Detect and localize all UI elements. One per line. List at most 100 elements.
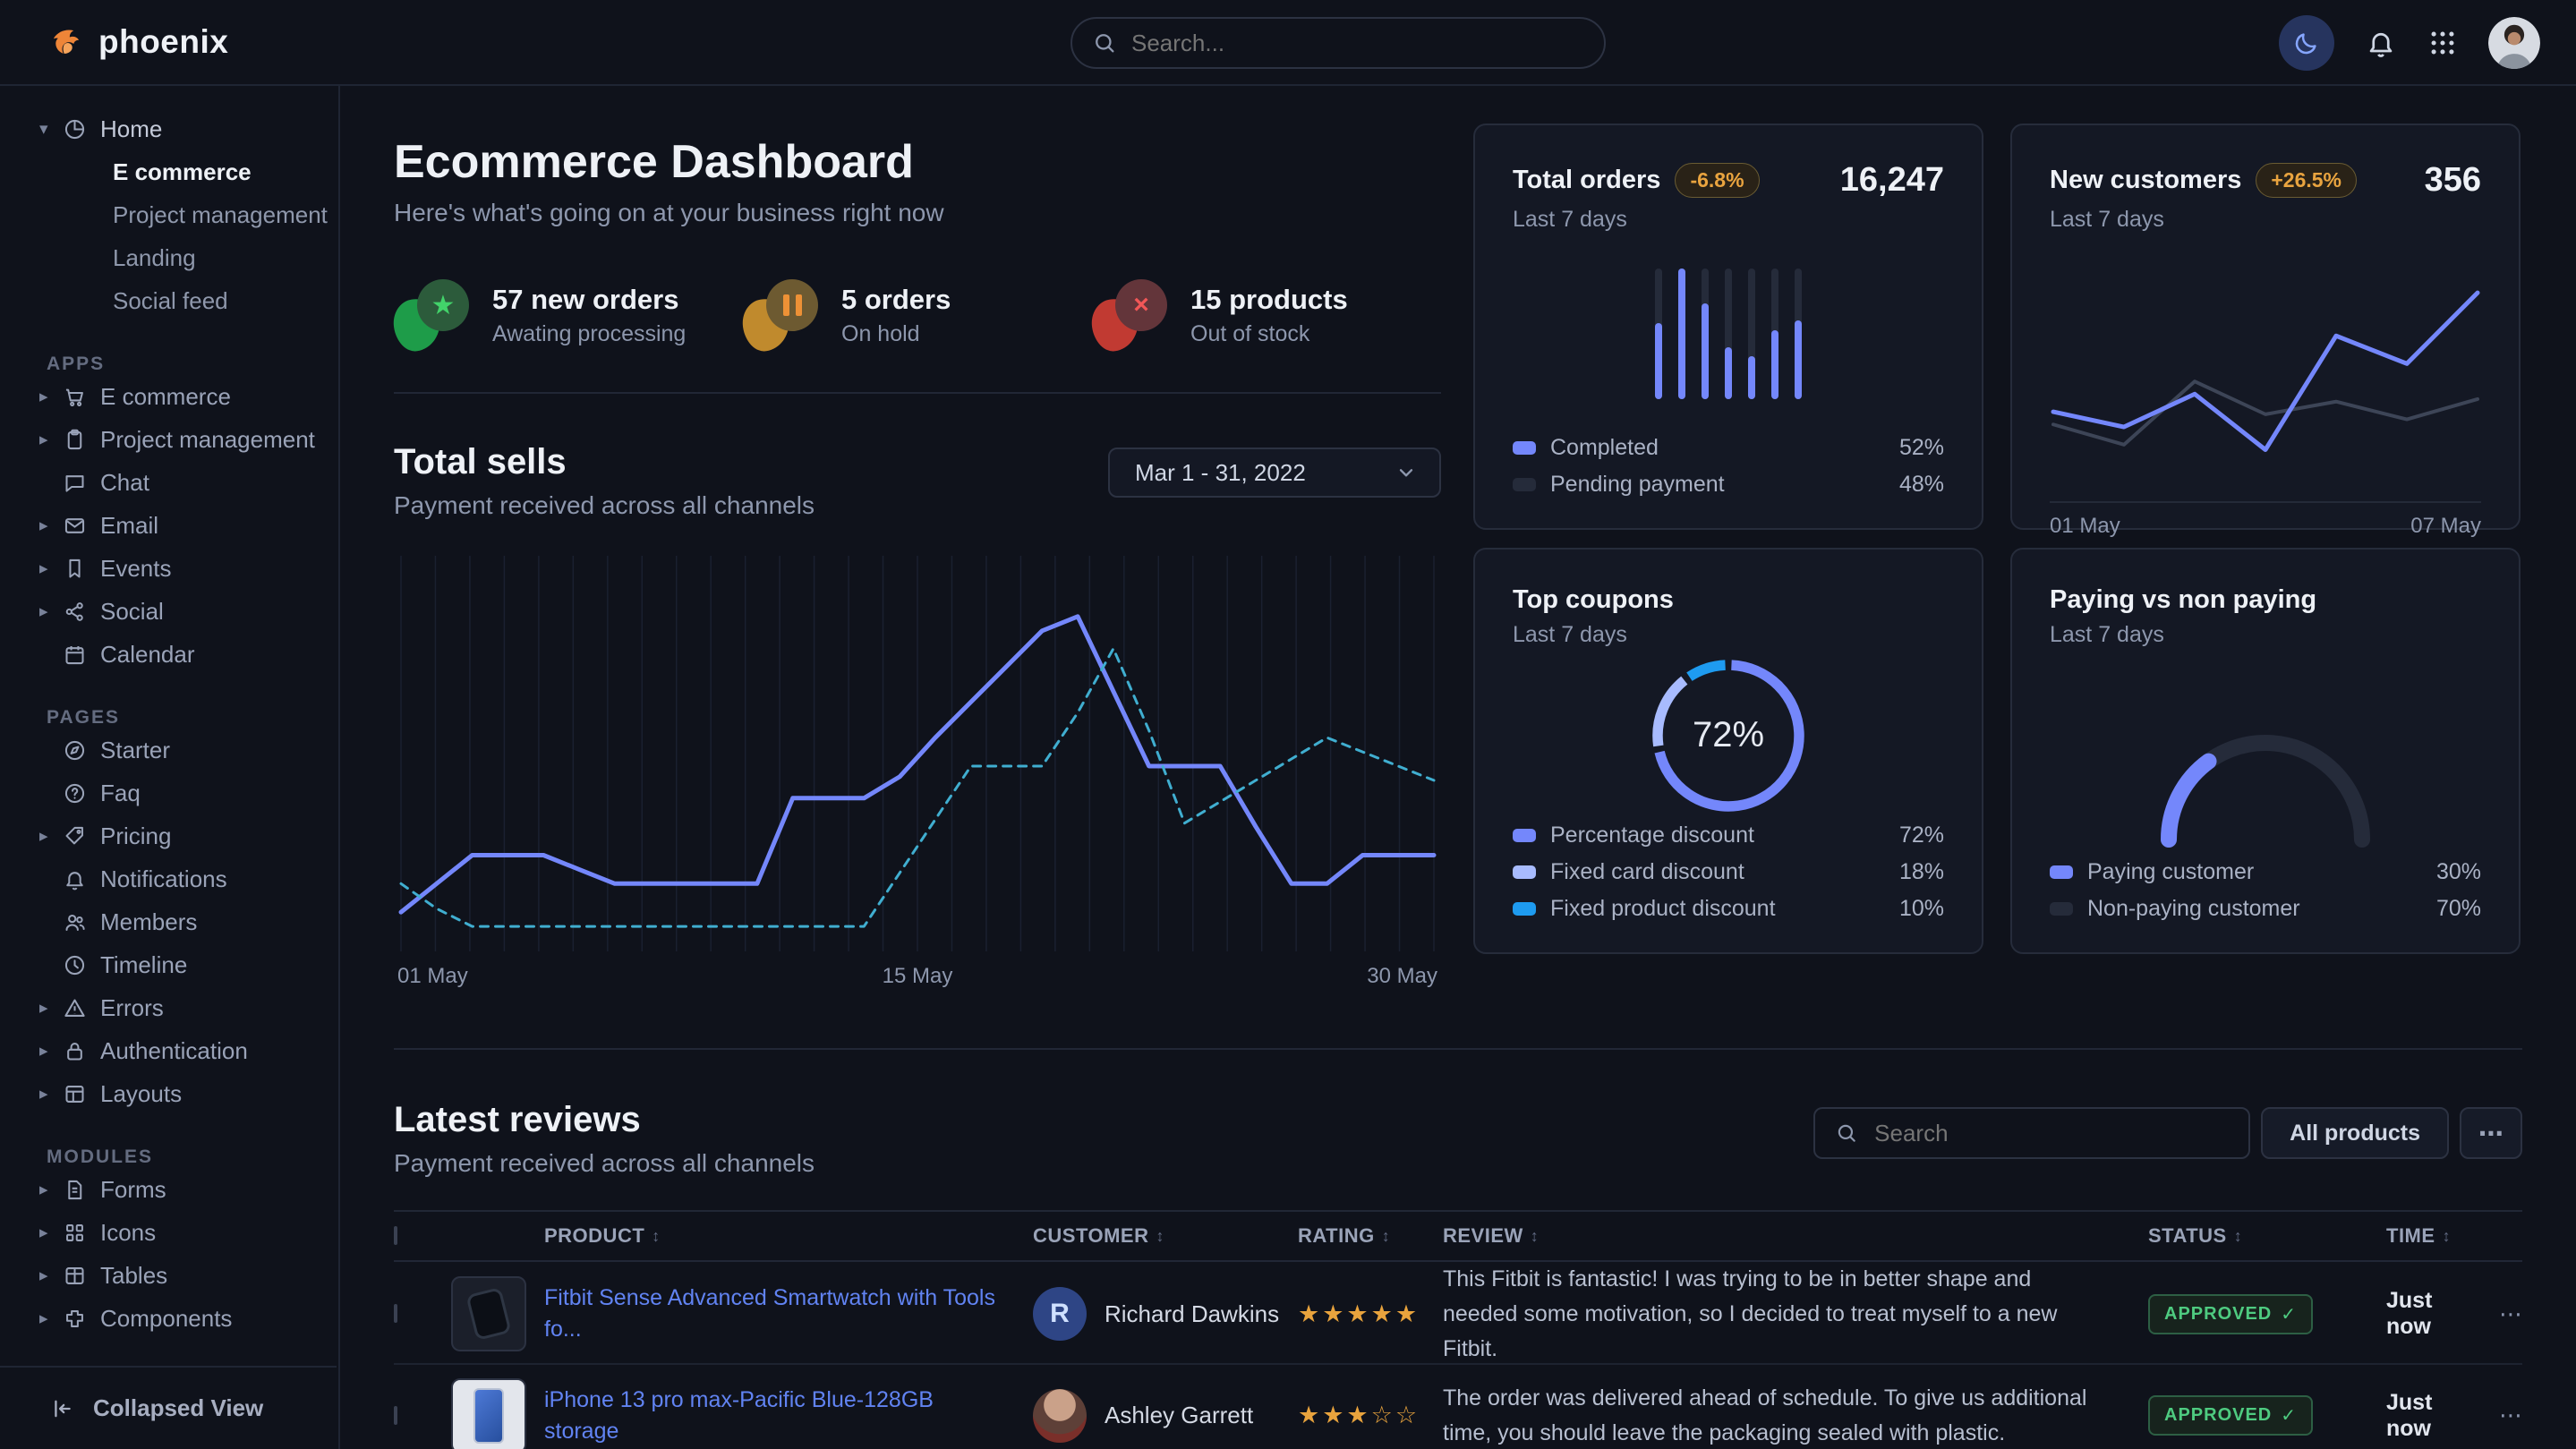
sidebar-item-social[interactable]: ▸ Social — [0, 590, 338, 633]
warning-triangle-icon — [63, 996, 100, 1020]
stats-row: ★ 57 new orders Awating processing 5 ord… — [394, 279, 1441, 351]
notifications-button[interactable] — [2365, 27, 2397, 59]
sidebar-item-calendar[interactable]: Calendar — [0, 633, 338, 676]
column-rating[interactable]: RATING↕ — [1298, 1224, 1443, 1248]
phoenix-logo-icon — [47, 22, 86, 62]
row-menu-button[interactable]: ⋯ — [2479, 1300, 2522, 1328]
moon-icon — [2293, 30, 2320, 56]
legend-paying-customer: Paying customer 30% — [2050, 859, 2481, 885]
sidebar-item-icons[interactable]: ▸ Icons — [0, 1211, 338, 1254]
sidebar-item-tables[interactable]: ▸ Tables — [0, 1254, 338, 1297]
column-product[interactable]: PRODUCT↕ — [544, 1224, 1033, 1248]
search-icon — [1835, 1121, 1858, 1145]
caret-right-icon: ▸ — [39, 998, 63, 1019]
caret-right-icon: ▸ — [39, 516, 63, 536]
sidebar-item-faq[interactable]: Faq — [0, 771, 338, 814]
brand-logo[interactable]: phoenix — [0, 22, 340, 62]
sidebar-item-authentication[interactable]: ▸ Authentication — [0, 1029, 338, 1072]
reviews-more-button[interactable]: ⋯ — [2460, 1107, 2522, 1159]
sidebar-section-pages: PAGES — [0, 695, 338, 729]
user-avatar[interactable] — [2488, 17, 2540, 69]
product-thumbnail-iphone[interactable] — [451, 1378, 526, 1449]
sidebar-item-email[interactable]: ▸ Email — [0, 504, 338, 547]
hero-left-column: Ecommerce Dashboard Here's what's going … — [394, 124, 1441, 1000]
sidebar-item-project-management[interactable]: ▸ Project management — [0, 418, 338, 461]
column-customer[interactable]: CUSTOMER↕ — [1033, 1224, 1298, 1248]
legend-fixed-card-discount: Fixed card discount 18% — [1513, 859, 1944, 885]
select-all-checkbox[interactable] — [394, 1226, 397, 1245]
global-search-input[interactable] — [1070, 17, 1606, 69]
total-sells-x-axis: 01 May 15 May 30 May — [394, 964, 1441, 1000]
sidebar-item-notifications[interactable]: Notifications — [0, 857, 338, 900]
column-status[interactable]: STATUS↕ — [2148, 1224, 2327, 1248]
sidebar-item-errors[interactable]: ▸ Errors — [0, 986, 338, 1029]
time-cell: Just now — [2327, 1288, 2479, 1340]
table-row: iPhone 13 pro max-Pacific Blue-128GB sto… — [394, 1365, 2522, 1449]
legend-pending-payment: Pending payment 48% — [1513, 472, 1944, 498]
sidebar-item-events[interactable]: ▸ Events — [0, 547, 338, 590]
sidebar-item-home-social-feed[interactable]: Social feed — [0, 279, 338, 322]
new-customers-card: New customers +26.5% 356 Last 7 days 01 … — [2010, 124, 2521, 530]
all-products-button[interactable]: All products — [2261, 1107, 2449, 1159]
sidebar-nav: ▾ Home E commerce Project management Lan… — [0, 86, 340, 1449]
sidebar-section-modules: MODULES — [0, 1135, 338, 1168]
product-thumbnail-smartwatch[interactable] — [451, 1276, 526, 1351]
sidebar-item-forms[interactable]: ▸ Forms — [0, 1168, 338, 1211]
caret-right-icon: ▸ — [39, 1223, 63, 1243]
apps-menu-button[interactable] — [2427, 28, 2458, 58]
sidebar-item-pricing[interactable]: ▸ Pricing — [0, 814, 338, 857]
row-checkbox[interactable] — [394, 1304, 397, 1323]
grid-icon — [63, 1221, 100, 1245]
total-sells-plot — [394, 556, 1441, 951]
sidebar-item-chat[interactable]: Chat — [0, 461, 338, 504]
legend-percentage-discount: Percentage discount 72% — [1513, 823, 1944, 848]
review-text: The order was delivered ahead of schedul… — [1443, 1381, 2148, 1449]
sidebar-item-components[interactable]: ▸ Components — [0, 1297, 338, 1340]
puzzle-icon — [63, 1307, 100, 1331]
reviews-search-input[interactable] — [1813, 1107, 2250, 1159]
top-coupons-donut-chart: 72% — [1647, 654, 1810, 817]
sort-icon: ↕ — [1382, 1227, 1391, 1246]
chat-icon — [63, 471, 100, 495]
nine-dots-grid-icon — [2427, 28, 2458, 58]
sidebar-item-home-landing[interactable]: Landing — [0, 236, 338, 279]
sidebar-item-timeline[interactable]: Timeline — [0, 943, 338, 986]
new-customers-line-chart — [2050, 233, 2481, 501]
caret-right-icon: ▸ — [39, 1266, 63, 1286]
theme-toggle-button[interactable] — [2279, 15, 2334, 71]
legend-fixed-product-discount: Fixed product discount 10% — [1513, 896, 1944, 922]
product-link[interactable]: iPhone 13 pro max-Pacific Blue-128GB sto… — [544, 1385, 1033, 1447]
sort-icon: ↕ — [2234, 1227, 2243, 1246]
avatar-image — [2488, 17, 2540, 69]
date-range-select[interactable]: Mar 1 - 31, 2022 — [1108, 447, 1441, 498]
sort-icon: ↕ — [1531, 1227, 1540, 1246]
collapse-arrow-icon — [50, 1396, 75, 1421]
bell-icon — [63, 867, 100, 891]
sort-icon: ↕ — [2443, 1227, 2452, 1246]
table-row: Fitbit Sense Advanced Smartwatch with To… — [394, 1262, 2522, 1365]
caret-right-icon: ▸ — [39, 1041, 63, 1061]
avatar-initial: R — [1033, 1287, 1087, 1341]
sidebar-item-home-project-management[interactable]: Project management — [0, 193, 338, 236]
row-checkbox[interactable] — [394, 1406, 397, 1425]
new-customers-badge: +26.5% — [2256, 163, 2357, 198]
sidebar-item-home-ecommerce[interactable]: E commerce — [0, 150, 338, 193]
sidebar-item-home[interactable]: ▾ Home — [0, 107, 338, 150]
sidebar-item-members[interactable]: Members — [0, 900, 338, 943]
row-menu-button[interactable]: ⋯ — [2479, 1402, 2522, 1429]
column-time[interactable]: TIME↕ — [2327, 1224, 2479, 1248]
caret-right-icon: ▸ — [39, 826, 63, 847]
customer-name: Ashley Garrett — [1105, 1402, 1253, 1429]
sidebar-item-ecommerce[interactable]: ▸ E commerce — [0, 375, 338, 418]
collapse-view-button[interactable]: Collapsed View — [0, 1366, 337, 1449]
column-review[interactable]: REVIEW↕ — [1443, 1224, 2148, 1248]
customer-cell: R Richard Dawkins — [1033, 1287, 1298, 1341]
customer-cell: Ashley Garrett — [1033, 1389, 1298, 1443]
page-subtitle: Here's what's going on at your business … — [394, 199, 1441, 227]
product-link[interactable]: Fitbit Sense Advanced Smartwatch with To… — [544, 1283, 1033, 1345]
sidebar-item-layouts[interactable]: ▸ Layouts — [0, 1072, 338, 1115]
new-customers-x-axis: 01 May 07 May — [2050, 501, 2481, 503]
sidebar-item-starter[interactable]: Starter — [0, 729, 338, 771]
caret-right-icon: ▸ — [39, 601, 63, 622]
stat-orders-on-hold: 5 orders On hold — [743, 279, 1092, 351]
